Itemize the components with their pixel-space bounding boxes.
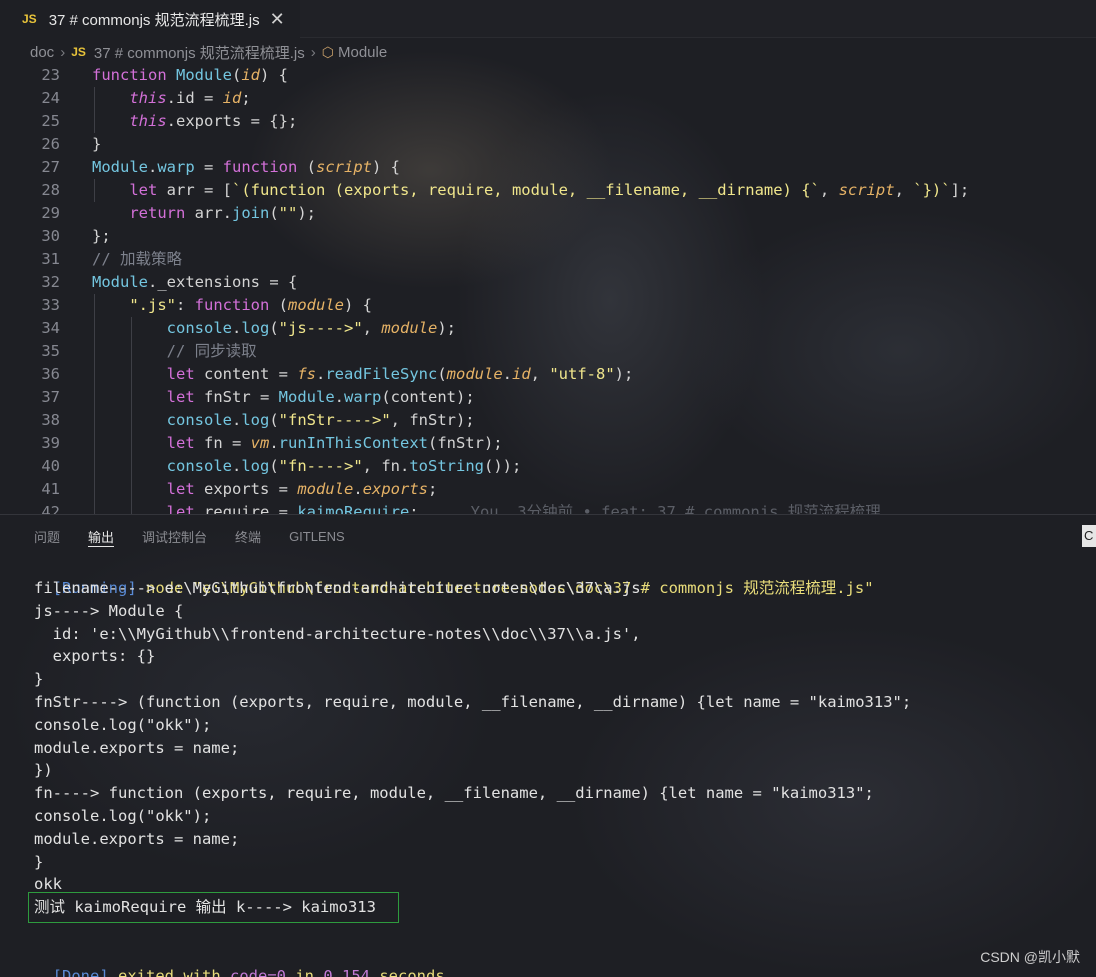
breadcrumb-file[interactable]: 37 # commonjs 规范流程梳理.js [94, 42, 305, 63]
line-number: 32 [41, 273, 60, 291]
code-text: let require = kaimoRequire; You, 3分钟前 • f… [166, 503, 881, 514]
line-number: 26 [41, 135, 60, 153]
panel-action-button[interactable]: C [1082, 525, 1096, 547]
code-line[interactable]: 27 Module.warp = function (script) { [0, 156, 1096, 179]
line-number: 37 [41, 388, 60, 406]
output-line: } [34, 670, 44, 689]
code-text: // 同步读取 [166, 342, 257, 360]
line-number: 35 [41, 342, 60, 360]
code-text: }; [92, 227, 111, 245]
watermark: CSDN @凯小默 [980, 949, 1080, 965]
code-text: console.log("js---->", module); [166, 319, 457, 337]
code-line[interactable]: 25 this.exports = {}; [0, 110, 1096, 133]
tab-bar: JS 37 # commonjs 规范流程梳理.js ✕ [0, 0, 1096, 38]
code-line[interactable]: 42 let require = kaimoRequire; You, 3分钟前 … [0, 501, 1096, 514]
line-number: 25 [41, 112, 60, 130]
line-number: 23 [41, 66, 60, 84]
line-number: 34 [41, 319, 60, 337]
code-line[interactable]: 38 console.log("fnStr---->", fnStr); [0, 409, 1096, 432]
line-number: 40 [41, 457, 60, 475]
output-done-line: [Done] exited with code=0 in 0.154 secon… [34, 942, 445, 977]
output-line: module.exports = name; [34, 738, 240, 757]
code-text: let content = fs.readFileSync(module.id,… [166, 365, 634, 383]
code-line[interactable]: 23 function Module(id) { [0, 64, 1096, 87]
breadcrumb-symbol[interactable]: Module [338, 44, 387, 61]
code-line[interactable]: 35 // 同步读取 [0, 340, 1096, 363]
output-line: console.log("okk"); [34, 807, 212, 825]
code-line[interactable]: 24 this.id = id; [0, 87, 1096, 110]
js-file-icon: JS [71, 45, 86, 59]
code-line[interactable]: 26} [0, 133, 1096, 156]
output-line: console.log("okk"); [34, 715, 212, 734]
panel-tab[interactable]: GITLENS [289, 515, 345, 557]
code-line[interactable]: 33 ".js": function (module) { [0, 294, 1096, 317]
code-text: Module.warp = function (script) { [92, 158, 400, 176]
code-text: let fnStr = Module.warp(content); [166, 388, 475, 406]
output-line: id: 'e:\\MyGithub\\frontend-architecture… [34, 624, 641, 643]
done-tag: [Done] [52, 967, 109, 977]
symbol-icon: ⬡ [321, 43, 334, 60]
breadcrumb-folder[interactable]: doc [30, 44, 54, 61]
output-line: module.exports = name; [34, 829, 240, 848]
line-number: 42 [41, 503, 60, 514]
output-line: fn----> function (exports, require, modu… [34, 784, 874, 803]
code-text: let fn = vm.runInThisContext(fnStr); [166, 434, 503, 452]
panel-tab[interactable]: 问题 [34, 515, 60, 557]
js-file-icon: JS [22, 12, 37, 26]
highlight-box [28, 892, 399, 923]
code-text: let arr = [`(function (exports, require,… [129, 181, 970, 199]
output-line: exports: {} [34, 647, 156, 666]
code-text: Module._extensions = { [92, 273, 298, 291]
output-line: fnStr----> (function (exports, require, … [34, 693, 912, 711]
code-text: ".js": function (module) { [129, 296, 372, 314]
code-line[interactable]: 29 return arr.join(""); [0, 202, 1096, 225]
code-line[interactable]: 36 let content = fs.readFileSync(module.… [0, 363, 1096, 386]
code-text: function Module(id) { [92, 66, 289, 84]
code-text: // 加载策略 [92, 250, 182, 268]
line-number: 24 [41, 89, 60, 107]
panel-tab[interactable]: 调试控制台 [142, 515, 207, 557]
panel-tab[interactable]: 输出 [88, 515, 115, 557]
code-text: this.exports = {}; [129, 112, 298, 130]
code-line[interactable]: 32 Module._extensions = { [0, 271, 1096, 294]
output-line: }) [34, 761, 53, 780]
panel-tab[interactable]: 终端 [235, 515, 261, 557]
code-text: console.log("fnStr---->", fnStr); [166, 411, 475, 429]
output-line: filename----> e:\MyGithub\frontend-archi… [34, 579, 641, 597]
close-icon[interactable]: ✕ [270, 9, 285, 30]
line-number: 27 [41, 158, 60, 176]
output-line: js----> Module { [34, 601, 184, 620]
line-number: 30 [41, 227, 60, 245]
code-text: this.id = id; [129, 89, 251, 107]
line-number: 38 [41, 411, 60, 429]
line-number: 28 [41, 181, 60, 199]
line-number: 36 [41, 365, 60, 383]
chevron-right-icon: › [310, 43, 316, 61]
code-text: } [92, 135, 102, 153]
code-line[interactable]: 28 let arr = [`(function (exports, requi… [0, 179, 1096, 202]
tab-title: 37 # commonjs 规范流程梳理.js [48, 11, 260, 29]
code-line[interactable]: 30}; [0, 225, 1096, 248]
code-text: return arr.join(""); [129, 204, 317, 222]
code-line[interactable]: 39 let fn = vm.runInThisContext(fnStr); [0, 432, 1096, 455]
code-line[interactable]: 31 // 加载策略 [0, 248, 1096, 271]
breadcrumb: doc › JS 37 # commonjs 规范流程梳理.js › ⬡ Mod… [0, 38, 1096, 66]
code-line[interactable]: 34 console.log("js---->", module); [0, 317, 1096, 340]
code-line[interactable]: 40 console.log("fn---->", fn.toString())… [0, 455, 1096, 478]
editor-tab[interactable]: JS 37 # commonjs 规范流程梳理.js ✕ [0, 0, 300, 38]
panel-tabs: 问题 输出 调试控制台 终端 GITLENS [0, 515, 1096, 557]
code-line[interactable]: 41 let exports = module.exports; [0, 478, 1096, 501]
line-number: 39 [41, 434, 60, 452]
line-number: 31 [41, 250, 60, 268]
output-line: } [34, 852, 44, 871]
line-number: 33 [41, 296, 60, 314]
line-number: 29 [41, 204, 60, 222]
chevron-right-icon: › [60, 43, 66, 61]
code-text: console.log("fn---->", fn.toString()); [166, 457, 522, 475]
line-number: 41 [41, 480, 60, 498]
code-line[interactable]: 37 let fnStr = Module.warp(content); [0, 386, 1096, 409]
code-editor[interactable]: 23 function Module(id) {24 this.id = id; 2… [0, 64, 1096, 514]
code-text: let exports = module.exports; [166, 480, 438, 498]
